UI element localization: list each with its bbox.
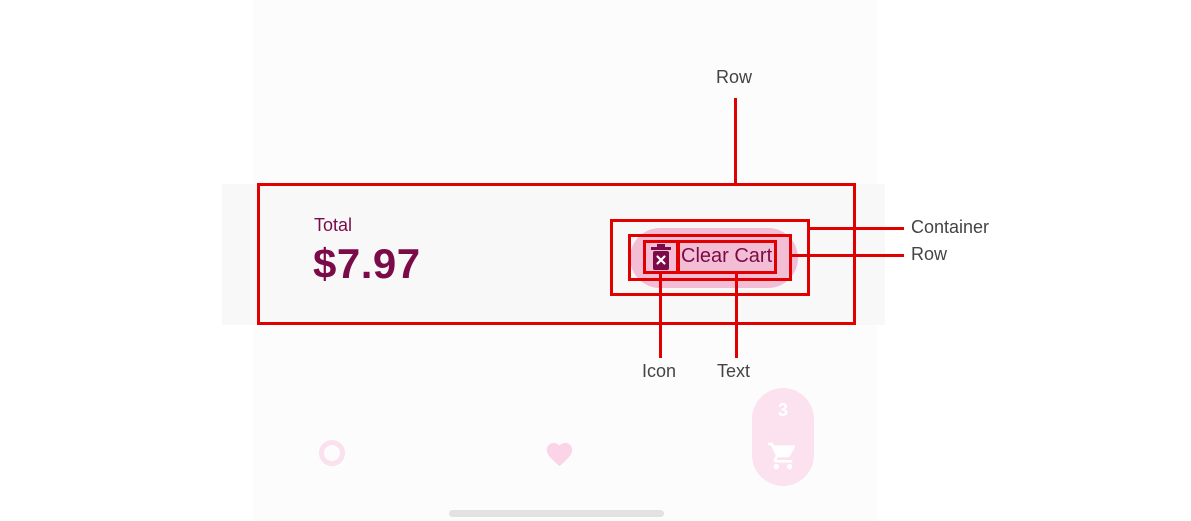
annotation-line-row bbox=[734, 98, 737, 184]
home-indicator[interactable] bbox=[449, 510, 664, 517]
annotation-label-text: Text bbox=[717, 361, 751, 381]
annotation-label-icon: Icon bbox=[642, 361, 677, 381]
cart-icon bbox=[768, 442, 796, 470]
annotation-line-icon bbox=[659, 274, 662, 358]
cart-count-badge: 3 bbox=[777, 400, 788, 420]
annotation-label-row: Row bbox=[716, 67, 753, 87]
annotation-label-container: Container bbox=[911, 217, 990, 237]
heart-icon[interactable] bbox=[544, 439, 575, 467]
ring-icon[interactable] bbox=[319, 440, 345, 466]
annotation-line-inner-row bbox=[792, 254, 904, 257]
annotation-label-inner-row: Row bbox=[911, 244, 948, 264]
annotation-line-text bbox=[735, 274, 738, 358]
annotation-box-icon bbox=[643, 240, 680, 274]
annotation-line-container bbox=[810, 227, 904, 230]
annotation-box-text bbox=[676, 240, 777, 274]
